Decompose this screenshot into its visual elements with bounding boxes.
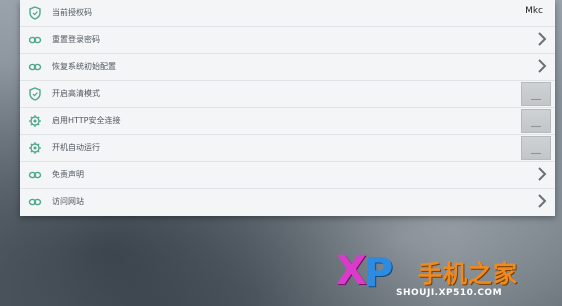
- setting-row-visit-website[interactable]: 访问网站: [20, 189, 555, 216]
- setting-row-hd-mode: 开启高清模式: [20, 81, 555, 108]
- link-icon: [28, 36, 42, 44]
- gear-icon: [29, 142, 41, 154]
- setting-label: 免责声明: [52, 170, 84, 179]
- setting-row-restore-defaults[interactable]: 恢复系统初始配置: [20, 54, 555, 81]
- setting-row-reset-password[interactable]: 重置登录密码: [20, 27, 555, 54]
- setting-label: 开机自动运行: [52, 143, 100, 152]
- watermark-logo-p: P: [364, 250, 394, 296]
- watermark-logo-x: X: [336, 248, 367, 294]
- watermark-url: SHOUJI.XP510.COM: [396, 288, 503, 298]
- link-icon: [28, 171, 42, 179]
- setting-row-https: 启用HTTP安全连接: [20, 108, 555, 135]
- gear-icon: [29, 115, 41, 127]
- https-toggle[interactable]: [521, 109, 551, 133]
- setting-label: 重置登录密码: [52, 35, 100, 44]
- setting-row-autostart: 开机自动运行: [20, 135, 555, 162]
- site-watermark: X P 手机之家 SHOUJI.XP510.COM: [336, 248, 556, 304]
- setting-label: 访问网站: [52, 197, 84, 206]
- link-icon: [28, 198, 42, 206]
- auth-code-value: Mkc: [525, 6, 543, 16]
- chevron-right-icon: [538, 167, 547, 181]
- autostart-toggle[interactable]: [521, 136, 551, 160]
- setting-row-auth-code: 当前授权码 Mkc: [20, 0, 555, 27]
- chevron-right-icon: [538, 32, 547, 46]
- link-icon: [28, 63, 42, 71]
- setting-label: 启用HTTP安全连接: [52, 116, 121, 125]
- shield-icon: [29, 6, 41, 20]
- hd-mode-toggle[interactable]: [521, 82, 551, 106]
- setting-label: 恢复系统初始配置: [52, 62, 116, 71]
- setting-label: 当前授权码: [52, 8, 92, 17]
- chevron-right-icon: [538, 194, 547, 208]
- watermark-site-name: 手机之家: [418, 260, 518, 288]
- chevron-right-icon: [538, 59, 547, 73]
- settings-panel: 当前授权码 Mkc 重置登录密码 恢复系统初始配置 开启高清模式 启用HTTP安…: [20, 0, 555, 216]
- setting-label: 开启高清模式: [52, 89, 100, 98]
- setting-row-disclaimer[interactable]: 免责声明: [20, 162, 555, 189]
- shield-icon: [29, 87, 41, 101]
